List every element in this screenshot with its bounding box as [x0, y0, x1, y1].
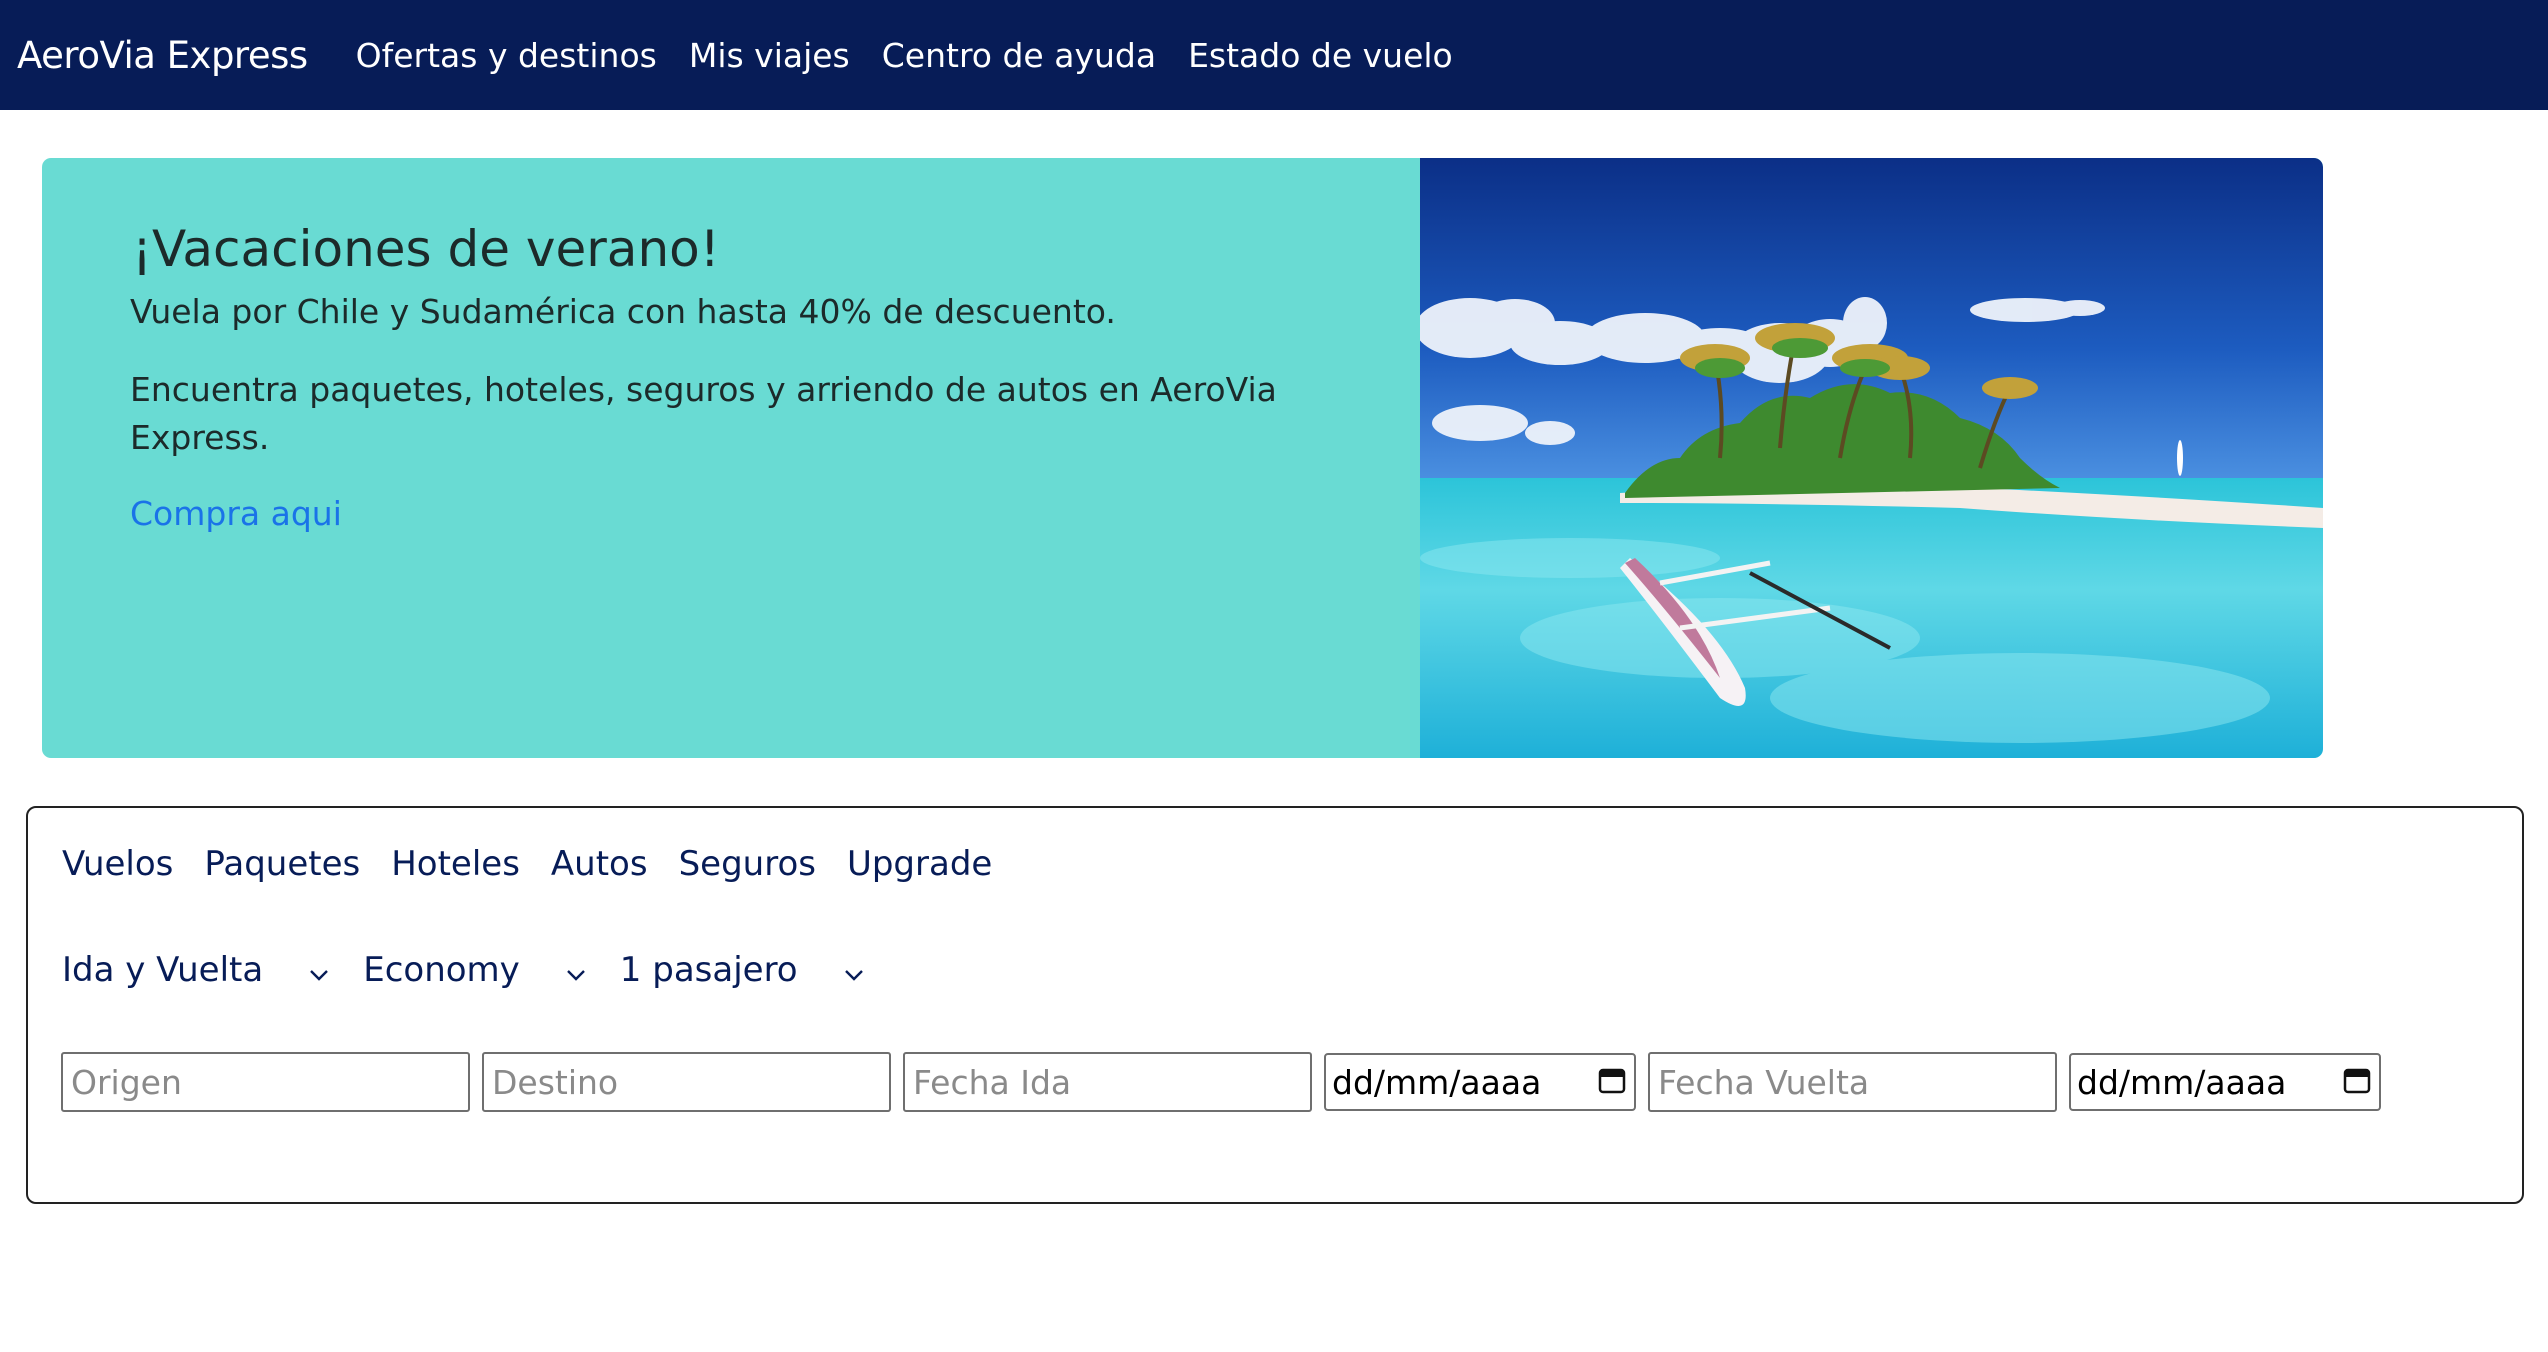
tab-paquetes[interactable]: Paquetes: [204, 844, 360, 884]
chevron-down-icon: [566, 950, 586, 990]
departure-date-picker[interactable]: dd/mm/aaaa: [1324, 1053, 1636, 1111]
cabin-class-select[interactable]: Economy: [363, 950, 620, 990]
tab-vuelos[interactable]: Vuelos: [62, 844, 173, 884]
chevron-down-icon: [844, 950, 864, 990]
nav-link-estado-vuelo[interactable]: Estado de vuelo: [1188, 36, 1453, 75]
tab-upgrade[interactable]: Upgrade: [847, 844, 992, 884]
calendar-icon[interactable]: [1598, 1063, 1626, 1102]
departure-date-label-input[interactable]: [903, 1052, 1312, 1112]
trip-type-value: Ida y Vuelta: [62, 950, 264, 990]
search-fields: dd/mm/aaaa dd/mm/aaaa: [61, 1052, 2393, 1112]
tab-hoteles[interactable]: Hoteles: [391, 844, 520, 884]
brand-logo[interactable]: AeroVia Express: [17, 34, 308, 77]
calendar-icon[interactable]: [2343, 1063, 2371, 1102]
tab-seguros[interactable]: Seguros: [679, 844, 816, 884]
top-navbar: AeroVia Express Ofertas y destinos Mis v…: [0, 0, 2548, 110]
departure-date-value: dd/mm/aaaa: [1332, 1062, 1542, 1102]
promo-body: Encuentra paquetes, hoteles, seguros y a…: [130, 370, 1277, 457]
passengers-value: 1 pasajero: [619, 950, 798, 990]
return-date-value: dd/mm/aaaa: [2077, 1062, 2287, 1102]
nav-link-mis-viajes[interactable]: Mis viajes: [689, 36, 850, 75]
promo-buy-link[interactable]: Compra aqui: [130, 494, 342, 533]
return-date-label-input[interactable]: [1648, 1052, 2057, 1112]
tab-autos[interactable]: Autos: [551, 844, 648, 884]
passengers-select[interactable]: 1 pasajero: [620, 950, 898, 990]
product-tabs: Vuelos Paquetes Hoteles Autos Seguros Up…: [62, 844, 1023, 884]
island-photo-illustration: [1420, 158, 2323, 758]
search-options: Ida y Vuelta Economy 1 pasajero: [62, 950, 898, 990]
promo-title: ¡Vacaciones de verano!: [132, 220, 720, 278]
chevron-down-icon: [309, 950, 329, 990]
flight-search-panel: Vuelos Paquetes Hoteles Autos Seguros Up…: [26, 806, 2524, 1204]
nav-links: Ofertas y destinos Mis viajes Centro de …: [356, 36, 1485, 75]
origin-input[interactable]: [61, 1052, 470, 1112]
nav-link-ofertas[interactable]: Ofertas y destinos: [356, 36, 657, 75]
destination-input[interactable]: [482, 1052, 891, 1112]
return-date-picker[interactable]: dd/mm/aaaa: [2069, 1053, 2381, 1111]
promo-text: ¡Vacaciones de verano! Vuela por Chile y…: [130, 220, 1370, 533]
tropical-island-image: [1420, 158, 2323, 758]
trip-type-select[interactable]: Ida y Vuelta: [62, 950, 363, 990]
nav-link-centro-ayuda[interactable]: Centro de ayuda: [882, 36, 1156, 75]
promo-banner: ¡Vacaciones de verano! Vuela por Chile y…: [42, 158, 2323, 758]
promo-subtitle: Vuela por Chile y Sudamérica con hasta 4…: [130, 292, 1116, 331]
cabin-class-value: Economy: [363, 950, 520, 990]
